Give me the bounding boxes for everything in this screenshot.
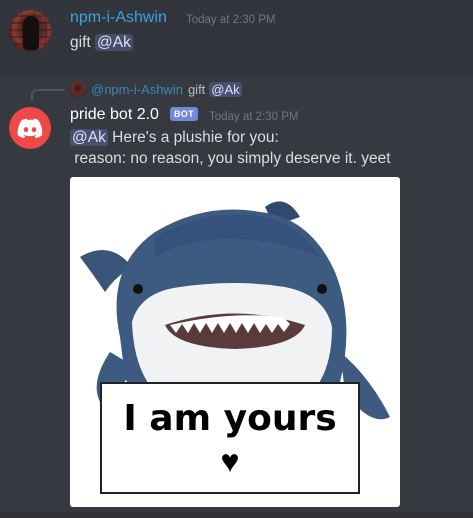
message-timestamp: Today at 2:30 PM: [186, 14, 276, 26]
reply-avatar: [70, 81, 86, 97]
bot-message-text2: reason: no reason, you simply deserve it…: [74, 150, 391, 167]
reply-mention[interactable]: @Ak: [209, 81, 242, 97]
sign-text: I am yours: [123, 398, 337, 439]
bot-username[interactable]: pride bot 2.0: [70, 106, 159, 124]
reply-connector: [31, 89, 65, 101]
discord-logo-icon: [17, 118, 43, 138]
bot-avatar[interactable]: [9, 107, 51, 149]
bot-message-timestamp: Today at 2:30 PM: [209, 111, 299, 123]
sign-board: I am yours ♥: [100, 382, 360, 494]
avatar-figure: [23, 16, 39, 50]
reply-preview[interactable]: @npm-i-Ashwin gift @Ak: [70, 80, 242, 98]
plushie-image-attachment[interactable]: I am yours ♥: [70, 177, 400, 507]
message-text: gift: [70, 34, 91, 51]
bot-message-text1: Here's a plushie for you:: [112, 129, 279, 146]
bot-user-mention[interactable]: @Ak: [70, 129, 108, 146]
reply-text: gift: [187, 81, 206, 97]
message-gift: npm-i-Ashwin Today at 2:30 PM gift @Ak: [0, 0, 473, 76]
bottom-edge: [0, 512, 473, 518]
bot-tag-badge: BOT: [170, 107, 198, 121]
reply-username[interactable]: @npm-i-Ashwin: [91, 82, 183, 97]
bot-message-line1: @Ak Here's a plushie for you:: [70, 127, 391, 148]
user-mention[interactable]: @Ak: [95, 34, 133, 51]
message-content: gift @Ak: [70, 34, 133, 52]
message-username[interactable]: npm-i-Ashwin: [70, 9, 167, 27]
bot-message-line2: reason: no reason, you simply deserve it…: [70, 148, 391, 169]
bot-message-content: @Ak Here's a plushie for you: reason: no…: [70, 127, 391, 169]
heart-icon: ♥: [220, 443, 240, 479]
user-avatar[interactable]: [9, 10, 51, 52]
